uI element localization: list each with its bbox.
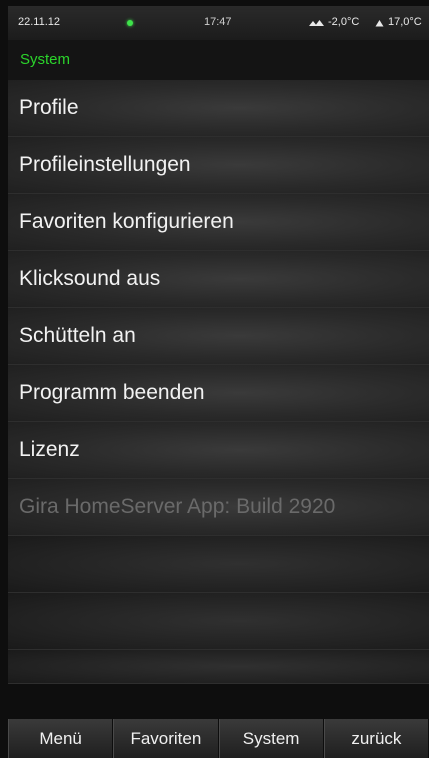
menu-item-label: Programm beenden [19, 381, 205, 404]
menu-button[interactable]: Menü [8, 719, 114, 758]
menu-item-shake[interactable]: Schütteln an [8, 308, 429, 365]
menu-item-profile-settings[interactable]: Profileinstellungen [8, 137, 429, 194]
page-title: System [20, 51, 71, 68]
page-header: System [8, 40, 429, 81]
status-time: 17:47 [204, 16, 232, 28]
menu-item-empty [8, 536, 429, 593]
menu-item-click-sound[interactable]: Klicksound aus [8, 251, 429, 308]
system-button[interactable]: System [218, 719, 324, 758]
menu-item-exit-program[interactable]: Programm beenden [8, 365, 429, 422]
menu-item-configure-favorites[interactable]: Favoriten konfigurieren [8, 194, 429, 251]
outdoor-temperature: -2,0°C [308, 16, 359, 28]
status-bar: 22.11.12 17:47 -2,0°C 17,0°C [8, 6, 429, 40]
indoor-temperature-value: 17,0°C [388, 16, 422, 28]
menu-item-profile[interactable]: Profile [8, 80, 429, 137]
indoor-temperature: 17,0°C [375, 16, 422, 28]
menu-item-label: Klicksound aus [19, 267, 161, 290]
favorites-button[interactable]: Favoriten [113, 719, 219, 758]
menu-item-label: Profileinstellungen [19, 153, 191, 176]
status-date: 22.11.12 [18, 16, 61, 28]
menu-item-label: Favoriten konfigurieren [19, 210, 234, 233]
build-info-label: Gira HomeServer App: Build 2920 [19, 495, 336, 518]
menu-item-label: Lizenz [19, 438, 80, 461]
menu-item-empty [8, 593, 429, 650]
outdoor-temperature-icon [308, 18, 324, 27]
connection-indicator-icon [127, 20, 133, 26]
menu-item-license[interactable]: Lizenz [8, 422, 429, 479]
app-window: 22.11.12 17:47 -2,0°C 17,0°C System Prof… [0, 0, 429, 758]
menu-item-label: Profile [19, 96, 79, 119]
indoor-temperature-icon [375, 18, 384, 27]
outdoor-temperature-value: -2,0°C [328, 16, 360, 28]
bottom-navigation: Menü Favoriten System zurück [8, 719, 429, 758]
menu-item-build-info: Gira HomeServer App: Build 2920 [8, 479, 429, 536]
menu-item-empty [8, 650, 429, 684]
menu-item-label: Schütteln an [19, 324, 136, 347]
back-button[interactable]: zurück [323, 719, 429, 758]
system-menu: Profile Profileinstellungen Favoriten ko… [8, 80, 429, 684]
